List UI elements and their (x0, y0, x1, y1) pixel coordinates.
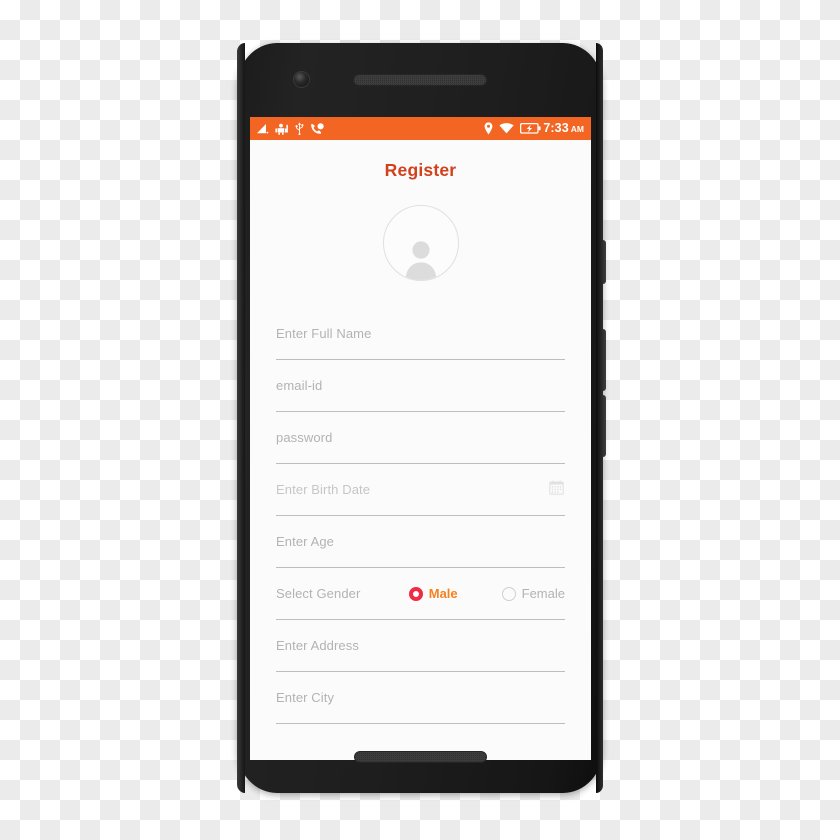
call-icon (311, 122, 324, 134)
field-full-name[interactable]: Enter Full Name (276, 308, 565, 360)
calendar-icon[interactable] (549, 480, 564, 500)
earpiece-speaker (353, 74, 487, 86)
signal-icon (257, 123, 269, 133)
radio-label-male: Male (428, 586, 458, 601)
age-placeholder: Enter Age (276, 534, 334, 549)
status-bar-right-icons (484, 122, 541, 135)
radio-button-male-selected[interactable] (408, 586, 423, 601)
radio-option-female[interactable]: Female (501, 586, 565, 601)
status-bar: 7:33 AM (250, 117, 591, 140)
gender-label: Select Gender (276, 586, 361, 601)
field-address[interactable]: Enter Address (276, 620, 565, 672)
page-title: Register (384, 160, 457, 180)
clock-meridiem: AM (570, 124, 584, 135)
radio-option-male[interactable]: Male (408, 586, 458, 601)
power-button[interactable] (602, 240, 606, 284)
bottom-speaker (354, 751, 487, 763)
location-pin-icon (484, 122, 493, 135)
battery-charging-icon (520, 123, 541, 134)
person-icon (405, 241, 436, 280)
gender-radio-group: Male Female (408, 586, 565, 601)
registration-form: Enter Full Name email-id password Enter … (276, 308, 565, 724)
full-name-placeholder: Enter Full Name (276, 326, 372, 341)
volume-down-button[interactable] (602, 395, 606, 457)
password-placeholder: password (276, 430, 333, 445)
usb-icon (295, 122, 304, 135)
clock-time: 7:33 (543, 121, 569, 136)
city-placeholder: Enter City (276, 690, 335, 705)
phone-device: 7:33 AM Register Enter Full Name email-i… (237, 43, 606, 793)
field-birth-date[interactable]: Enter Birth Date (276, 464, 565, 516)
radio-label-female: Female (521, 586, 565, 601)
avatar[interactable] (382, 205, 459, 281)
avatar-container (250, 205, 591, 281)
birth-date-placeholder: Enter Birth Date (276, 482, 371, 497)
field-email[interactable]: email-id (276, 360, 565, 412)
status-bar-clock: 7:33 AM (543, 122, 584, 135)
wifi-icon (499, 123, 514, 134)
address-placeholder: Enter Address (276, 638, 359, 653)
field-city[interactable]: Enter City (276, 672, 565, 724)
front-camera-icon (294, 72, 309, 87)
android-robot-icon (275, 123, 288, 135)
field-gender: Select Gender Male Female (276, 568, 565, 620)
phone-screen: 7:33 AM Register Enter Full Name email-i… (250, 117, 591, 760)
status-bar-left-icons (256, 122, 324, 135)
email-placeholder: email-id (276, 378, 323, 393)
volume-up-button[interactable] (602, 329, 606, 391)
radio-button-female-unselected[interactable] (501, 586, 516, 601)
field-age[interactable]: Enter Age (276, 516, 565, 568)
field-password[interactable]: password (276, 412, 565, 464)
